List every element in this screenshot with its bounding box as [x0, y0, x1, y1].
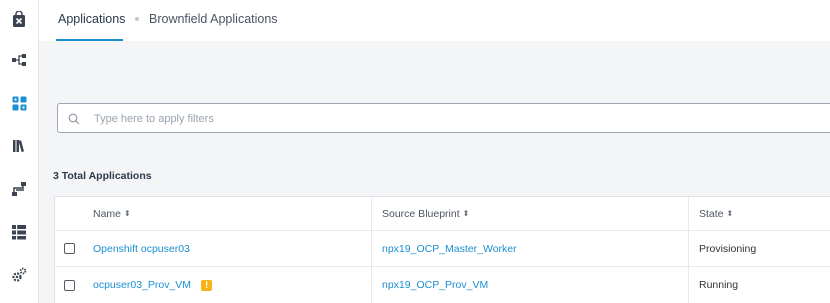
main-content: 3 Total Applications Name⬍ Source Bluepr…: [39, 41, 830, 303]
tab-bar: Applications Brownfield Applications: [39, 0, 830, 41]
column-header-name[interactable]: Name ⬍: [93, 197, 131, 230]
source-blueprint-link[interactable]: npx19_OCP_Prov_VM: [382, 279, 488, 291]
tab-brownfield-applications[interactable]: Brownfield Applications: [149, 12, 278, 26]
marketplace-bag-icon[interactable]: [9, 9, 29, 29]
sidebar: [0, 0, 39, 303]
tab-separator-dot: [135, 17, 139, 21]
topology-icon[interactable]: [9, 50, 29, 70]
column-header-source-blueprint[interactable]: Source Blueprint ⬍: [382, 197, 469, 230]
applications-grid-icon[interactable]: [9, 93, 29, 113]
application-name-link[interactable]: Openshift ocpuser03: [93, 243, 190, 255]
row-checkbox[interactable]: [64, 243, 75, 254]
application-state: Provisioning: [699, 242, 757, 255]
library-books-icon[interactable]: [9, 136, 29, 156]
column-header-state[interactable]: State ⬍: [699, 197, 733, 230]
application-state: Running: [699, 279, 739, 291]
search-icon: [68, 112, 80, 130]
sort-icon: ⬍: [726, 209, 734, 218]
filter-bar[interactable]: [57, 103, 830, 133]
row-checkbox[interactable]: [64, 279, 75, 291]
table-row: ocpuser03_Prov_VM! npx19_OCP_Prov_VM Run…: [55, 267, 830, 303]
application-name-link[interactable]: ocpuser03_Prov_VM: [93, 279, 191, 291]
table-header: Name ⬍ Source Blueprint ⬍ State ⬍: [55, 197, 830, 231]
total-applications-count: 3 Total Applications: [53, 170, 152, 182]
tab-applications[interactable]: Applications: [58, 12, 125, 26]
applications-table: Name ⬍ Source Blueprint ⬍ State ⬍ Openshift…: [54, 196, 830, 303]
filter-input[interactable]: [94, 110, 694, 128]
environments-stack-icon[interactable]: [9, 222, 29, 242]
settings-gears-icon[interactable]: [9, 265, 29, 285]
blueprint-flow-icon[interactable]: [9, 179, 29, 199]
sort-icon: ⬍: [124, 209, 131, 218]
warning-icon[interactable]: !: [201, 279, 213, 291]
sort-icon: ⬍: [462, 209, 470, 218]
table-row: Openshift ocpuser03 npx19_OCP_Master_Wor…: [55, 231, 830, 267]
source-blueprint-link[interactable]: npx19_OCP_Master_Worker: [382, 243, 517, 255]
